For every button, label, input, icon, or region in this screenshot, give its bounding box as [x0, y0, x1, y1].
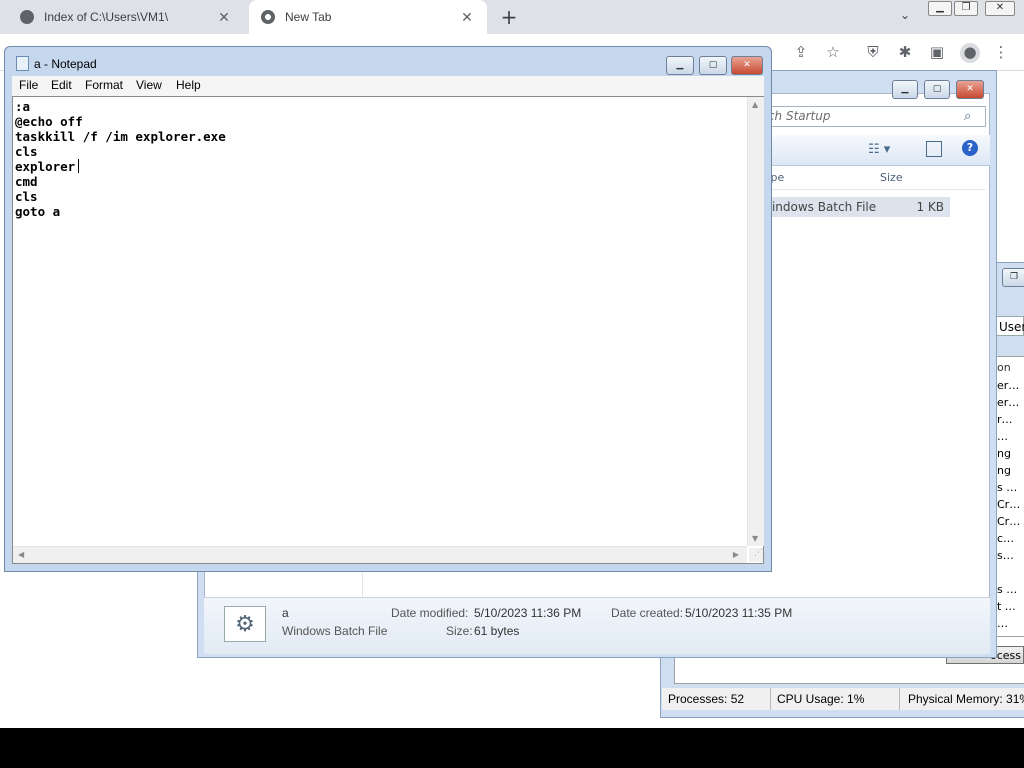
date-modified-label: Date modified: [391, 606, 469, 620]
list-item[interactable]: Cr… [997, 498, 1024, 514]
file-row[interactable]: Vindows Batch File 1 KB [764, 197, 950, 217]
help-icon[interactable]: ? [962, 140, 978, 156]
menu-help[interactable]: Help [176, 78, 201, 92]
preview-pane-icon[interactable] [926, 141, 942, 157]
chrome-icon [261, 10, 275, 24]
list-item[interactable]: t … [997, 600, 1024, 616]
list-item[interactable]: s … [997, 583, 1024, 599]
globe-icon [20, 10, 34, 24]
file-type: Vindows Batch File [764, 200, 877, 214]
date-created-value: 5/10/2023 11:35 PM [685, 606, 793, 620]
minimize-button[interactable]: ▁ [892, 80, 918, 99]
column-headers: ype Size [764, 169, 986, 190]
details-pane: ⚙ a Windows Batch File Date modified: 5/… [204, 597, 990, 654]
list-item[interactable]: … [997, 617, 1024, 633]
detail-file-name: a [282, 606, 289, 620]
share-icon[interactable]: ⇪ [792, 43, 810, 61]
tab-title: Index of C:\Users\VM1\ [44, 10, 169, 24]
new-tab-button[interactable]: + [498, 6, 520, 28]
list-item[interactable]: Cr… [997, 515, 1024, 531]
menu-view[interactable]: View [136, 78, 162, 92]
size-value: 61 bytes [474, 624, 520, 638]
date-modified-value: 5/10/2023 11:36 PM [474, 606, 582, 620]
tab-search-chevron-icon[interactable]: ⌄ [896, 8, 914, 26]
list-item[interactable]: … [997, 430, 1024, 446]
list-item[interactable]: c… [997, 532, 1024, 548]
notepad-app-icon[interactable] [16, 56, 29, 71]
column-header[interactable]: on [997, 361, 1024, 377]
list-item[interactable] [997, 566, 1024, 582]
sidepanel-icon[interactable]: ▣ [928, 43, 946, 61]
list-item[interactable]: r… [997, 413, 1024, 429]
status-bar: Processes: 52 CPU Usage: 1% Physical Mem… [662, 688, 1024, 710]
minimize-button[interactable]: ▁ [928, 1, 952, 16]
list-item[interactable]: s… [997, 549, 1024, 565]
scroll-down-arrow-icon[interactable]: ▼ [752, 534, 758, 543]
restore-button[interactable]: ❐ [1002, 268, 1024, 287]
close-icon[interactable]: ✕ [216, 9, 232, 26]
menu-file[interactable]: File [19, 78, 38, 92]
minimize-button[interactable]: ▁ [666, 56, 694, 75]
star-icon[interactable]: ☆ [824, 43, 842, 61]
process-list[interactable]: on er… er… r… … ng ng s … Cr… Cr… c… s… … [994, 356, 1024, 638]
scroll-left-arrow-icon[interactable]: ◀ [18, 550, 24, 559]
restore-button[interactable]: ❐ [954, 1, 978, 16]
close-button[interactable]: ✕ [731, 56, 763, 75]
list-item[interactable]: er… [997, 396, 1024, 412]
search-icon[interactable]: ⌕ [964, 109, 971, 124]
processes-count: Processes: 52 [662, 688, 771, 710]
browser-tab-new-tab[interactable]: New Tab ✕ [249, 0, 487, 34]
ublock-icon[interactable]: ⛨ [864, 43, 882, 61]
horizontal-scrollbar[interactable]: ◀ ▶ [13, 546, 747, 563]
date-created-label: Date created: [611, 606, 684, 620]
nav-pane-divider [362, 569, 363, 597]
browser-tab-index[interactable]: Index of C:\Users\VM1\ ✕ [8, 0, 244, 34]
tab-users[interactable]: Users [994, 316, 1024, 336]
editor-text-content[interactable]: :a @echo off taskkill /f /im explorer.ex… [15, 99, 226, 219]
extensions-icon[interactable]: ✱ [896, 43, 914, 61]
scroll-right-arrow-icon[interactable]: ▶ [733, 550, 739, 559]
menu-bar: File Edit Format View Help [12, 76, 764, 96]
size-label: Size: [446, 624, 473, 638]
list-item[interactable]: ng [997, 464, 1024, 480]
profile-icon[interactable]: ● [960, 43, 980, 63]
detail-file-type: Windows Batch File [282, 624, 388, 638]
list-item[interactable]: er… [997, 379, 1024, 395]
close-icon[interactable]: ✕ [459, 9, 475, 26]
tab-title: New Tab [285, 10, 332, 24]
close-button[interactable]: ✕ [985, 1, 1015, 16]
view-options-icon[interactable]: ☷ ▾ [868, 142, 890, 157]
vertical-scrollbar[interactable]: ▲ ▼ [747, 97, 764, 546]
list-item[interactable]: s … [997, 481, 1024, 497]
physical-memory: Physical Memory: 31% [908, 692, 1024, 706]
window-title: a - Notepad [34, 57, 97, 71]
menu-format[interactable]: Format [85, 78, 123, 92]
cpu-usage: CPU Usage: 1% [771, 688, 900, 710]
resize-grip-icon[interactable]: ⋰ [749, 548, 763, 562]
maximize-button[interactable]: ▢ [924, 80, 950, 99]
search-input[interactable]: rch Startup [758, 106, 986, 127]
close-button[interactable]: ✕ [956, 80, 984, 99]
list-item[interactable]: ng [997, 447, 1024, 463]
taskbar [0, 728, 1024, 768]
batch-file-gear-icon: ⚙ [224, 606, 266, 642]
menu-icon[interactable]: ⋮ [992, 43, 1010, 61]
menu-edit[interactable]: Edit [51, 78, 72, 92]
column-size[interactable]: Size [880, 171, 903, 184]
text-caret [78, 159, 79, 173]
maximize-button[interactable]: ▢ [699, 56, 727, 75]
scroll-up-arrow-icon[interactable]: ▲ [752, 100, 758, 109]
file-size: 1 KB [916, 200, 944, 214]
